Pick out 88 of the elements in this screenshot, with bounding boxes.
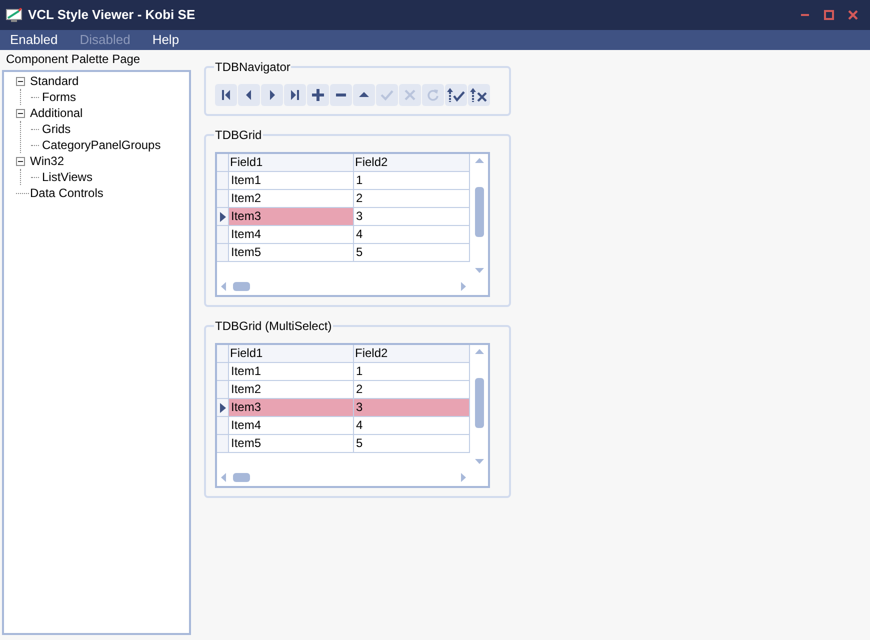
right-arrow-icon [461,282,466,290]
maximize-icon[interactable] [824,10,834,20]
collapse-icon[interactable] [16,76,25,86]
table-cell[interactable]: 2 [354,381,470,398]
table-cell[interactable]: 1 [354,172,470,189]
row-indicator-cell[interactable] [217,226,229,243]
navigator-button[interactable] [353,84,375,106]
table-cell[interactable]: Item2 [229,381,354,398]
row-indicator-cell[interactable] [217,381,229,398]
row-indicator-cell[interactable] [217,190,229,207]
table-cell[interactable]: 3 [354,399,470,416]
tree-view[interactable]: Standard Forms Additional Grids CategoryPanelGroups Win32 ListViews Data Controls [2,70,191,635]
tree-item[interactable]: Additional [29,105,84,121]
left-arrow-icon [221,282,226,290]
arrow-cross-icon [470,87,488,103]
scroll-thumb[interactable] [474,187,484,237]
tree-item[interactable]: Win32 [29,153,66,169]
navigator-button[interactable] [330,84,352,106]
refresh-icon [426,88,440,102]
data-grid[interactable]: Field1 Field2 Item1 1 Item2 2 Item3 3 Item4 4 Item5 5 [215,343,490,488]
row-indicator-cell[interactable] [217,435,229,452]
navigator-button[interactable] [261,84,283,106]
arrow-check-icon [447,87,465,103]
scroll-thumb[interactable] [233,282,250,290]
table-cell[interactable]: Item2 [229,190,354,207]
table-cell[interactable]: Item4 [229,417,354,434]
table-cell[interactable]: 4 [354,417,470,434]
column-header[interactable]: Field1 [229,154,354,171]
first-record-icon [219,88,233,102]
tree-item[interactable]: CategoryPanelGroups [41,137,162,153]
tree-item[interactable]: Data Controls [29,185,104,201]
navigator-button[interactable] [445,84,467,106]
table-cell[interactable]: Item4 [229,226,354,243]
row-indicator-cell[interactable] [217,417,229,434]
tree-item[interactable]: ListViews [41,169,94,185]
navigator-button[interactable] [307,84,329,106]
column-header[interactable]: Field2 [354,345,470,362]
table-cell[interactable]: 5 [354,435,470,452]
table-cell[interactable]: Item1 [229,172,354,189]
row-indicator-icon [220,212,226,222]
up-arrow-icon [474,349,484,354]
table-cell[interactable]: Item5 [229,244,354,261]
navigator-button[interactable] [284,84,306,106]
table-cell[interactable]: Item5 [229,435,354,452]
last-record-icon [288,88,302,102]
navigator-button[interactable] [468,84,490,106]
row-indicator-cell[interactable] [217,208,229,225]
row-indicator-cell[interactable] [217,399,229,416]
navigator-button[interactable] [215,84,237,106]
column-header[interactable]: Field1 [229,345,354,362]
tree-item[interactable]: Grids [41,121,72,137]
tree-item[interactable]: Standard [29,73,80,89]
row-indicator-icon [220,402,226,412]
close-icon[interactable] [848,10,858,20]
table-cell[interactable]: Item3 [229,399,354,416]
column-header[interactable]: Field2 [354,154,470,171]
menu-item[interactable]: Help [146,30,186,50]
right-arrow-icon [461,472,466,482]
table-cell[interactable]: Item1 [229,363,354,380]
down-arrow-icon [474,268,484,273]
left-arrow-icon [221,472,226,482]
sidebar-title: Component Palette Page [5,51,142,68]
table-cell[interactable]: 4 [354,226,470,243]
table-cell[interactable]: 1 [354,363,470,380]
data-grid[interactable]: Field1 Field2 Item1 1 Item2 2 Item3 3 Item4 4 Item5 5 [215,152,490,297]
check-icon [380,88,394,102]
table-cell[interactable]: Item3 [229,208,354,225]
down-arrow-icon [474,459,484,464]
navigator-button[interactable] [238,84,260,106]
scroll-thumb[interactable] [474,378,484,428]
table-cell[interactable]: 3 [354,208,470,225]
group-title: TDBGrid (MultiSelect) [214,318,333,334]
table-cell[interactable]: 5 [354,244,470,261]
tree-item[interactable]: Forms [41,89,77,105]
collapse-icon[interactable] [16,156,25,166]
plus-icon [311,88,325,102]
table-cell[interactable]: 2 [354,190,470,207]
row-indicator-cell[interactable] [217,172,229,189]
menu-item[interactable]: Enabled [4,30,64,50]
group-title: TDBNavigator [214,59,292,75]
window-title: VCL Style Viewer - Kobi SE [28,6,196,24]
app-icon [6,8,22,22]
row-indicator-cell[interactable] [217,244,229,261]
cross-icon [403,88,417,102]
up-arrow-icon [474,158,484,163]
scroll-thumb[interactable] [233,472,250,482]
row-indicator-cell[interactable] [217,363,229,380]
collapse-icon[interactable] [16,108,25,118]
